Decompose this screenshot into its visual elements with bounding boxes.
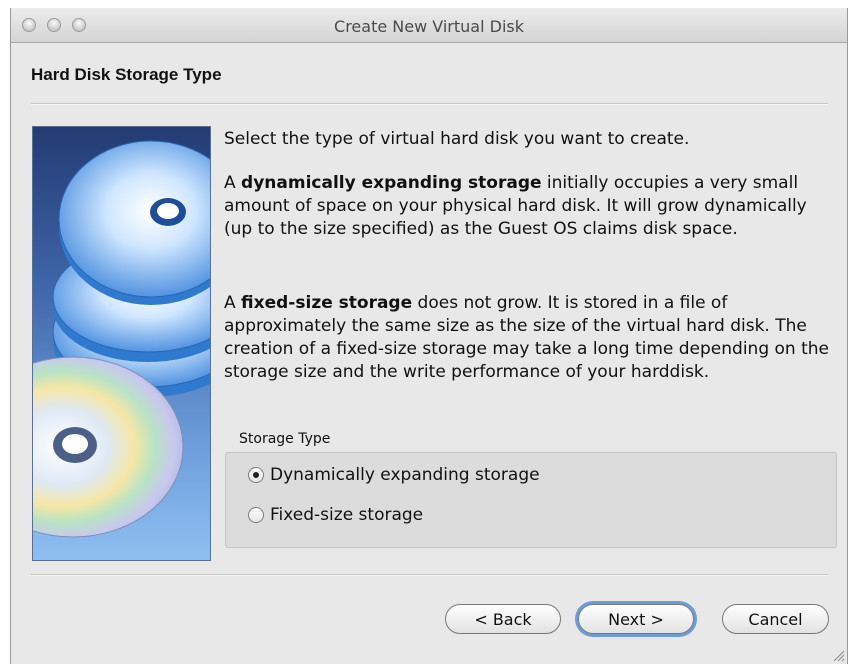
- title-bar[interactable]: Create New Virtual Disk: [11, 8, 847, 43]
- radio-fixed-storage[interactable]: Fixed-size storage: [248, 505, 423, 525]
- dialog-window: Create New Virtual Disk Hard Disk Storag…: [10, 8, 848, 664]
- resize-grip-icon[interactable]: [831, 648, 845, 662]
- intro-text: Select the type of virtual hard disk you…: [224, 129, 690, 149]
- storage-type-label: Storage Type: [239, 431, 331, 447]
- storage-type-group: Dynamically expanding storage Fixed-size…: [225, 452, 837, 548]
- radio-button[interactable]: [248, 507, 264, 523]
- disks-illustration: [33, 140, 210, 538]
- window-title: Create New Virtual Disk: [334, 17, 524, 36]
- radio-dynamic-storage[interactable]: Dynamically expanding storage: [248, 465, 540, 485]
- fixed-description: A fixed-size storage does not grow. It i…: [224, 293, 829, 382]
- top-divider: [31, 103, 828, 105]
- dynamic-description: A dynamically expanding storage initiall…: [224, 173, 807, 239]
- radio-button-selected[interactable]: [248, 467, 264, 483]
- page-title: Hard Disk Storage Type: [31, 65, 222, 84]
- wizard-side-image: [32, 126, 211, 561]
- cancel-button[interactable]: Cancel: [722, 604, 829, 634]
- back-button[interactable]: < Back: [445, 604, 561, 634]
- bottom-divider: [31, 574, 828, 576]
- next-button[interactable]: Next >: [578, 604, 694, 634]
